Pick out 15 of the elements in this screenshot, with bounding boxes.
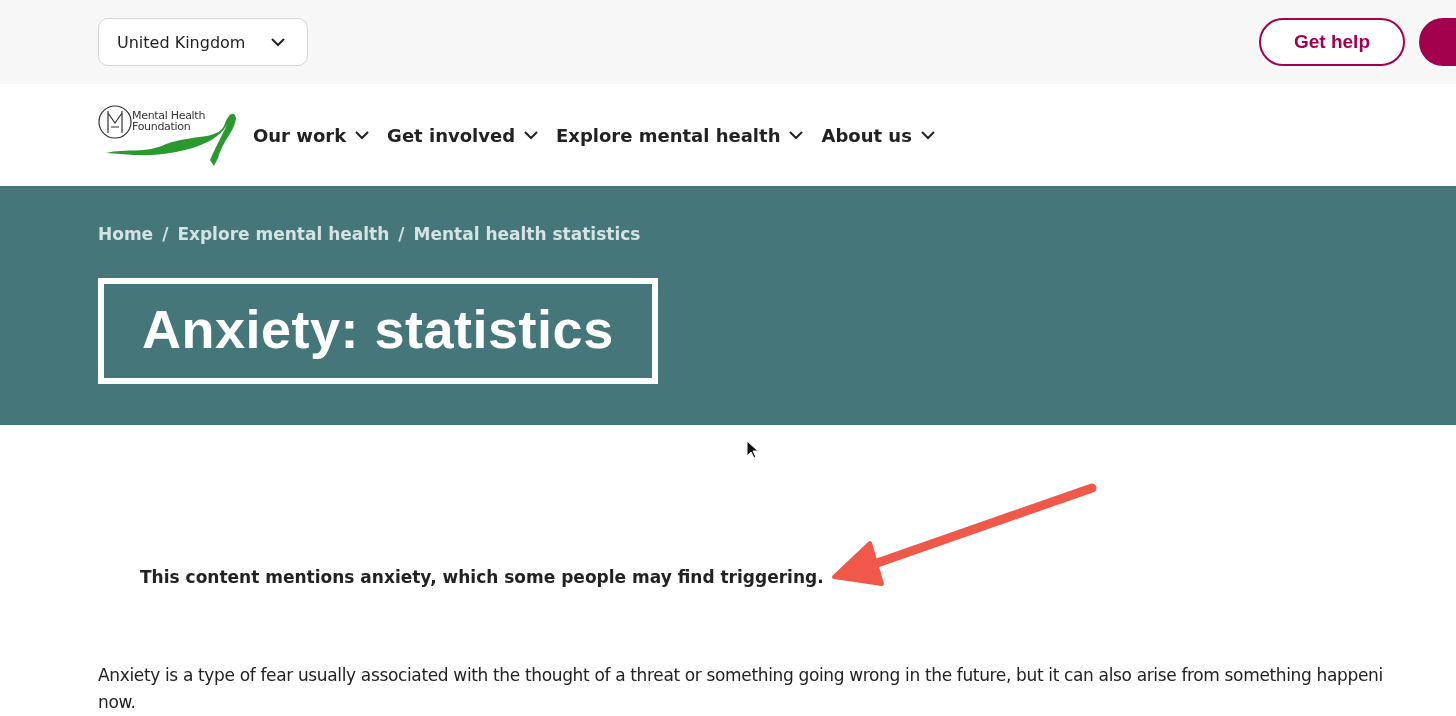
breadcrumb-link[interactable]: Home [98,224,154,244]
breadcrumb-separator: / [398,224,405,244]
nav-menu-item[interactable]: Get involved [387,124,539,146]
breadcrumb-separator: / [162,224,169,244]
page-title: Anxiety: statistics [98,278,658,384]
nav-menu-item[interactable]: Explore mental health [556,124,804,146]
content-warning: This content mentions anxiety, which some people may find triggering. [140,567,824,587]
nav-menu-item[interactable]: About us [821,124,935,146]
breadcrumb-link[interactable]: Explore mental health [177,224,390,244]
nav-menu-item[interactable]: Our work [253,124,370,146]
breadcrumb-link[interactable]: Mental health statistics [413,224,641,244]
get-help-button[interactable]: Get help [1259,18,1405,66]
country-dropdown[interactable]: United Kingdom [98,18,309,66]
logo-text: Mental Health Foundation [132,110,207,132]
intro-paragraph: Anxiety is a type of fear usually associated with the thought of a threat or something going wrong in the future, but it can also arise from something happeni now. [98,664,1383,714]
